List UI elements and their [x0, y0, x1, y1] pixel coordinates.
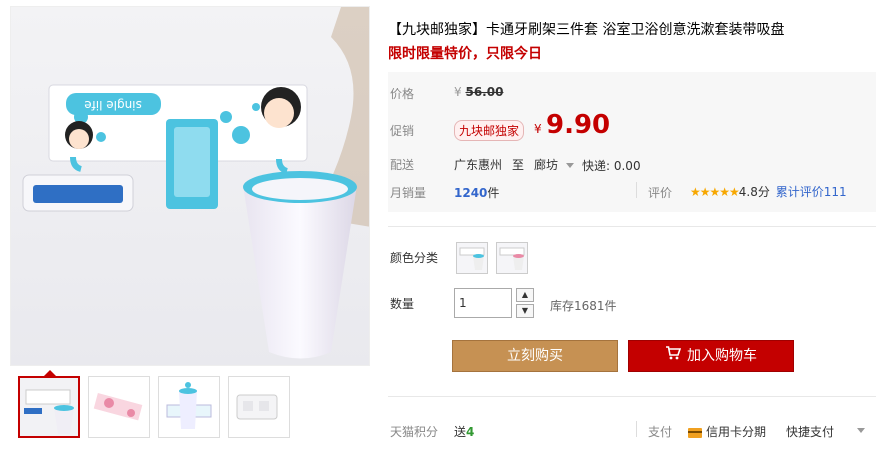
monthly-sales-count: 1240: [454, 186, 488, 200]
chevron-up-icon: ▲: [521, 290, 529, 299]
points-value-number: 4: [466, 425, 475, 439]
shipping-destination-text: 廊坊: [534, 158, 559, 172]
price-panel: 价格 ¥ 56.00 促销 九块邮独家 ¥ 9.90 配送 广东惠州 至 廊坊 …: [388, 72, 876, 212]
color-swatch-blue-image: [457, 243, 487, 273]
color-swatch-pink[interactable]: [496, 242, 528, 274]
thumbnail-2-image: [89, 377, 149, 437]
promo-currency: ¥: [534, 122, 542, 136]
color-label: 颜色分类: [390, 251, 439, 265]
price-label: 价格: [390, 87, 415, 101]
shipping-to-word: 至: [512, 158, 525, 172]
buy-now-button[interactable]: 立刻购买: [452, 340, 618, 372]
promo-price: 9.90: [546, 110, 611, 140]
shipping-label: 配送: [390, 158, 415, 172]
footer-divider: [388, 396, 876, 397]
chevron-down-icon: [565, 163, 574, 168]
credit-card-icon: [688, 427, 702, 438]
sales-divider: [636, 182, 637, 198]
points-value: 送4: [454, 423, 474, 440]
product-title: 【九块邮独家】卡通牙刷架三件套 浴室卫浴创意洗漱套装带吸盘: [388, 22, 785, 38]
chevron-down-icon: ▼: [521, 306, 529, 315]
original-price-value: 56.00: [465, 85, 504, 99]
shipping-destination[interactable]: 廊坊: [534, 156, 574, 173]
thumbnail-1[interactable]: [18, 376, 80, 438]
monthly-sales-unit: 件: [487, 186, 500, 200]
stock-count: 库存1681件: [550, 299, 617, 313]
quick-pay[interactable]: 快捷支付: [786, 423, 834, 440]
points-label: 天猫积分: [390, 425, 439, 439]
thumbnail-4-image: [229, 377, 289, 437]
footer-divider-vertical: [636, 421, 637, 437]
thumbnail-2[interactable]: [88, 376, 150, 438]
thumbnail-3[interactable]: [158, 376, 220, 438]
original-price: ¥ 56.00: [454, 85, 503, 99]
chevron-down-icon[interactable]: [857, 428, 865, 433]
rating-label: 评价: [648, 186, 673, 200]
brand-text: single life: [84, 98, 142, 112]
rating-stars-icon: ★★★★★: [690, 185, 740, 199]
shipping-from: 广东惠州: [454, 158, 503, 172]
thumbnail-4[interactable]: [228, 376, 290, 438]
color-swatch-pink-image: [497, 243, 527, 273]
total-reviews-link[interactable]: 累计评价111: [776, 185, 847, 199]
quantity-label: 数量: [390, 297, 415, 311]
product-subtitle: 限时限量特价，只限今日: [388, 46, 542, 62]
section-divider: [388, 226, 876, 227]
service-bar: 天猫积分 送4 支付 信用卡分期 快捷支付: [388, 416, 876, 446]
promo-tag: 九块邮独家: [454, 120, 525, 141]
monthly-sales: 1240件: [454, 184, 499, 201]
add-to-cart-label: 加入购物车: [687, 348, 757, 364]
add-to-cart-button[interactable]: 加入购物车: [628, 340, 794, 372]
product-info-panel: 【九块邮独家】卡通牙刷架三件套 浴室卫浴创意洗漱套装带吸盘 限时限量特价，只限今…: [388, 0, 876, 455]
thumbnail-strip: [10, 370, 370, 452]
toothbrush-holder-illustration: single life: [11, 7, 369, 365]
quantity-input[interactable]: 1: [454, 288, 512, 318]
cart-icon: [665, 341, 682, 371]
rating-score: 4.8分: [738, 185, 770, 199]
payment-label: 支付: [648, 425, 673, 439]
product-gallery: single life: [10, 6, 370, 454]
points-value-prefix: 送: [454, 425, 467, 439]
thumbnail-1-image: [20, 378, 78, 436]
monthly-sales-label: 月销量: [390, 186, 427, 200]
credit-installment-label: 信用卡分期: [706, 425, 767, 439]
credit-installment[interactable]: 信用卡分期: [688, 423, 766, 440]
main-product-image[interactable]: single life: [10, 6, 370, 366]
color-swatch-blue[interactable]: [456, 242, 488, 274]
thumbnail-3-image: [159, 377, 219, 437]
rating-summary[interactable]: ★★★★★4.8分 累计评价111: [690, 183, 847, 200]
shipping-fee: 快递: 0.00: [582, 159, 641, 173]
original-price-currency: ¥: [454, 85, 462, 99]
quantity-increment-button[interactable]: ▲: [516, 288, 534, 302]
promo-label: 促销: [390, 124, 415, 138]
quantity-decrement-button[interactable]: ▼: [516, 304, 534, 318]
